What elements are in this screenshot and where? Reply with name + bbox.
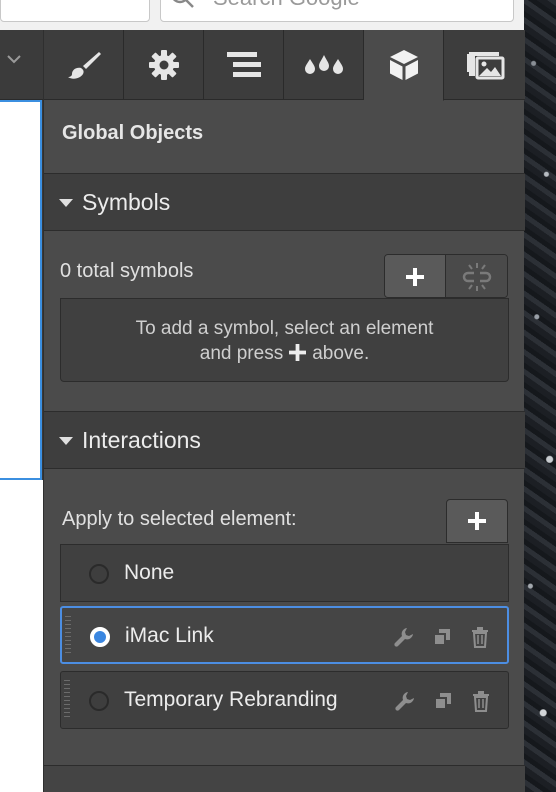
drag-handle[interactable] [65,616,71,656]
global-objects-panel: Global Objects Symbols 0 total symbols T… [43,30,525,792]
delete-interaction-button[interactable] [469,626,491,648]
interaction-actions [394,690,492,712]
wrench-icon [395,692,414,711]
symbol-actions [384,254,508,298]
symbols-heading: Symbols [82,189,171,215]
drag-handle[interactable] [64,680,70,720]
interaction-name: None [124,561,175,584]
panel-footer-divider [44,765,525,792]
detach-symbol-button[interactable] [446,255,507,297]
interaction-item-none[interactable]: None [60,544,509,602]
radio-button[interactable] [90,627,110,647]
caret-down-icon [59,199,73,207]
wrench-icon [394,628,413,647]
panel-title: Global Objects [62,122,204,144]
gear-icon [148,50,179,80]
search-icon [172,0,194,8]
interaction-name: Temporary Rebranding [124,688,338,711]
radio-button[interactable] [89,691,109,711]
interaction-actions [393,626,491,648]
symbols-empty-state: To add a symbol, select an element and p… [60,298,509,382]
symbols-count: 0 total symbols [60,260,194,282]
tab-global-objects[interactable] [364,30,444,101]
canvas-page[interactable] [0,480,43,792]
empty-hint-line2: and press above. [61,343,508,365]
empty-hint-line1: To add a symbol, select an element [135,318,434,339]
interactions-section-header[interactable]: Interactions [44,411,525,469]
tab-interactions[interactable] [284,30,364,100]
interaction-name: iMac Link [125,624,214,647]
plus-icon [289,344,307,361]
duplicate-icon [433,629,450,646]
chevron-down-icon[interactable] [483,0,497,1]
brush-icon [67,52,101,79]
interaction-item-imac-link[interactable]: iMac Link [60,606,509,664]
symbols-section-header[interactable]: Symbols [44,173,525,231]
desktop-background [524,0,556,792]
interactions-heading: Interactions [82,427,201,453]
tab-navigator[interactable] [204,30,284,100]
search-placeholder: Search Google [213,0,360,11]
trash-icon [473,691,489,712]
add-symbol-button[interactable] [385,255,447,297]
tab-style[interactable] [44,30,124,100]
duplicate-interaction-button[interactable] [432,690,454,712]
add-interaction-button[interactable] [446,499,508,543]
empty-hint-before: and press [199,343,284,364]
caret-down-icon [59,437,73,445]
radio-button[interactable] [89,564,109,584]
cube-icon [389,50,418,80]
selected-element-outline[interactable] [0,100,42,480]
edit-interaction-button[interactable] [393,626,415,648]
search-box[interactable]: Search Google [160,0,514,22]
chevron-down-icon[interactable] [6,54,22,66]
browser-toolbar: Search Google [0,0,524,30]
drops-icon [304,55,343,74]
empty-hint-after: above. [312,343,370,364]
trash-icon [472,627,488,648]
duplicate-interaction-button[interactable] [431,626,453,648]
canvas-toolbar [0,30,43,100]
plus-icon [468,512,486,530]
panel-tabs [44,30,525,101]
address-bar[interactable] [0,0,150,22]
unlink-icon [462,263,491,291]
plus-icon [406,268,424,286]
tab-settings[interactable] [124,30,204,100]
navigator-icon [226,52,261,77]
canvas-area [0,30,43,792]
interaction-item-temporary-rebranding[interactable]: Temporary Rebranding [60,671,509,729]
duplicate-icon [434,693,451,710]
delete-interaction-button[interactable] [470,690,492,712]
tab-assets[interactable] [444,30,525,100]
apply-label: Apply to selected element: [62,508,297,530]
edit-interaction-button[interactable] [394,690,416,712]
assets-icon [466,52,504,80]
